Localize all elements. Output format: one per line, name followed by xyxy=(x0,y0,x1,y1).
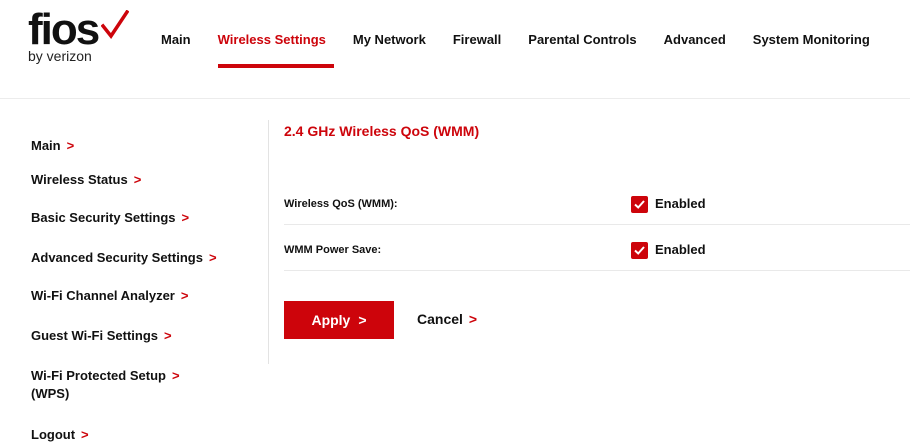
checkmark-icon xyxy=(634,200,645,209)
nav-parental-controls[interactable]: Parental Controls xyxy=(528,32,636,47)
sidebar-item-wireless-status[interactable]: Wireless Status > xyxy=(31,171,141,189)
chevron-right-icon: > xyxy=(358,312,367,328)
sidebar-item-label: Guest Wi-Fi Settings xyxy=(31,328,158,343)
chevron-right-icon: > xyxy=(180,288,189,303)
top-navigation: Main Wireless Settings My Network Firewa… xyxy=(161,32,897,47)
checkbox-label: Enabled xyxy=(655,242,706,257)
sidebar-item-label: Basic Security Settings xyxy=(31,210,176,225)
chevron-right-icon: > xyxy=(208,250,217,265)
wmm-power-save-checkbox[interactable] xyxy=(631,242,648,259)
sidebar-item-main[interactable]: Main > xyxy=(31,137,74,155)
chevron-right-icon: > xyxy=(171,368,180,383)
sidebar-item-basic-security[interactable]: Basic Security Settings > xyxy=(31,209,189,227)
nav-my-network[interactable]: My Network xyxy=(353,32,426,47)
sidebar-item-logout[interactable]: Logout > xyxy=(31,426,89,444)
sidebar-item-label: Wi-Fi Protected Setup xyxy=(31,368,166,383)
setting-label: Wireless QoS (WMM): xyxy=(284,198,398,210)
logo-subtitle: by verizon xyxy=(28,48,92,64)
fios-logo: fios by verizon xyxy=(28,8,129,64)
setting-row-wmm-power-save: WMM Power Save: Enabled xyxy=(284,238,910,271)
chevron-right-icon: > xyxy=(468,311,478,327)
sidebar-item-channel-analyzer[interactable]: Wi-Fi Channel Analyzer > xyxy=(31,287,188,305)
sidebar-divider xyxy=(268,120,269,364)
apply-button[interactable]: Apply > xyxy=(284,301,394,339)
sidebar-item-label: Wireless Status xyxy=(31,172,128,187)
wireless-qos-checkbox[interactable] xyxy=(631,196,648,213)
nav-firewall[interactable]: Firewall xyxy=(453,32,501,47)
apply-button-label: Apply xyxy=(311,312,351,328)
setting-row-wireless-qos: Wireless QoS (WMM): Enabled xyxy=(284,192,910,225)
checkmark-icon xyxy=(634,246,645,255)
nav-system-monitoring[interactable]: System Monitoring xyxy=(753,32,870,47)
sidebar-item-advanced-security[interactable]: Advanced Security Settings > xyxy=(31,249,217,267)
checkbox-label: Enabled xyxy=(655,196,706,211)
sidebar-item-label: Wi-Fi Channel Analyzer xyxy=(31,288,175,303)
sidebar-item-guest-wifi[interactable]: Guest Wi-Fi Settings > xyxy=(31,327,172,345)
active-tab-indicator xyxy=(218,64,334,68)
chevron-right-icon: > xyxy=(133,172,142,187)
nav-main[interactable]: Main xyxy=(161,32,191,47)
header-divider xyxy=(0,98,910,99)
chevron-right-icon: > xyxy=(164,328,172,343)
sidebar-item-wps[interactable]: Wi-Fi Protected Setup > (WPS) xyxy=(31,367,180,403)
chevron-right-icon: > xyxy=(81,427,89,442)
page-title: 2.4 GHz Wireless QoS (WMM) xyxy=(284,123,480,139)
sidebar-item-label: Main xyxy=(31,138,61,153)
chevron-right-icon: > xyxy=(66,138,75,153)
cancel-link-label: Cancel xyxy=(417,311,463,327)
sidebar-item-label-line2: (WPS) xyxy=(31,386,70,401)
verizon-check-icon xyxy=(101,10,129,39)
setting-label: WMM Power Save: xyxy=(284,244,382,256)
chevron-right-icon: > xyxy=(181,210,190,225)
cancel-link[interactable]: Cancel > xyxy=(417,311,477,327)
nav-advanced[interactable]: Advanced xyxy=(664,32,726,47)
sidebar-item-label: Logout xyxy=(31,427,76,442)
sidebar-item-label: Advanced Security Settings xyxy=(31,250,203,265)
nav-wireless-settings[interactable]: Wireless Settings xyxy=(218,32,326,47)
